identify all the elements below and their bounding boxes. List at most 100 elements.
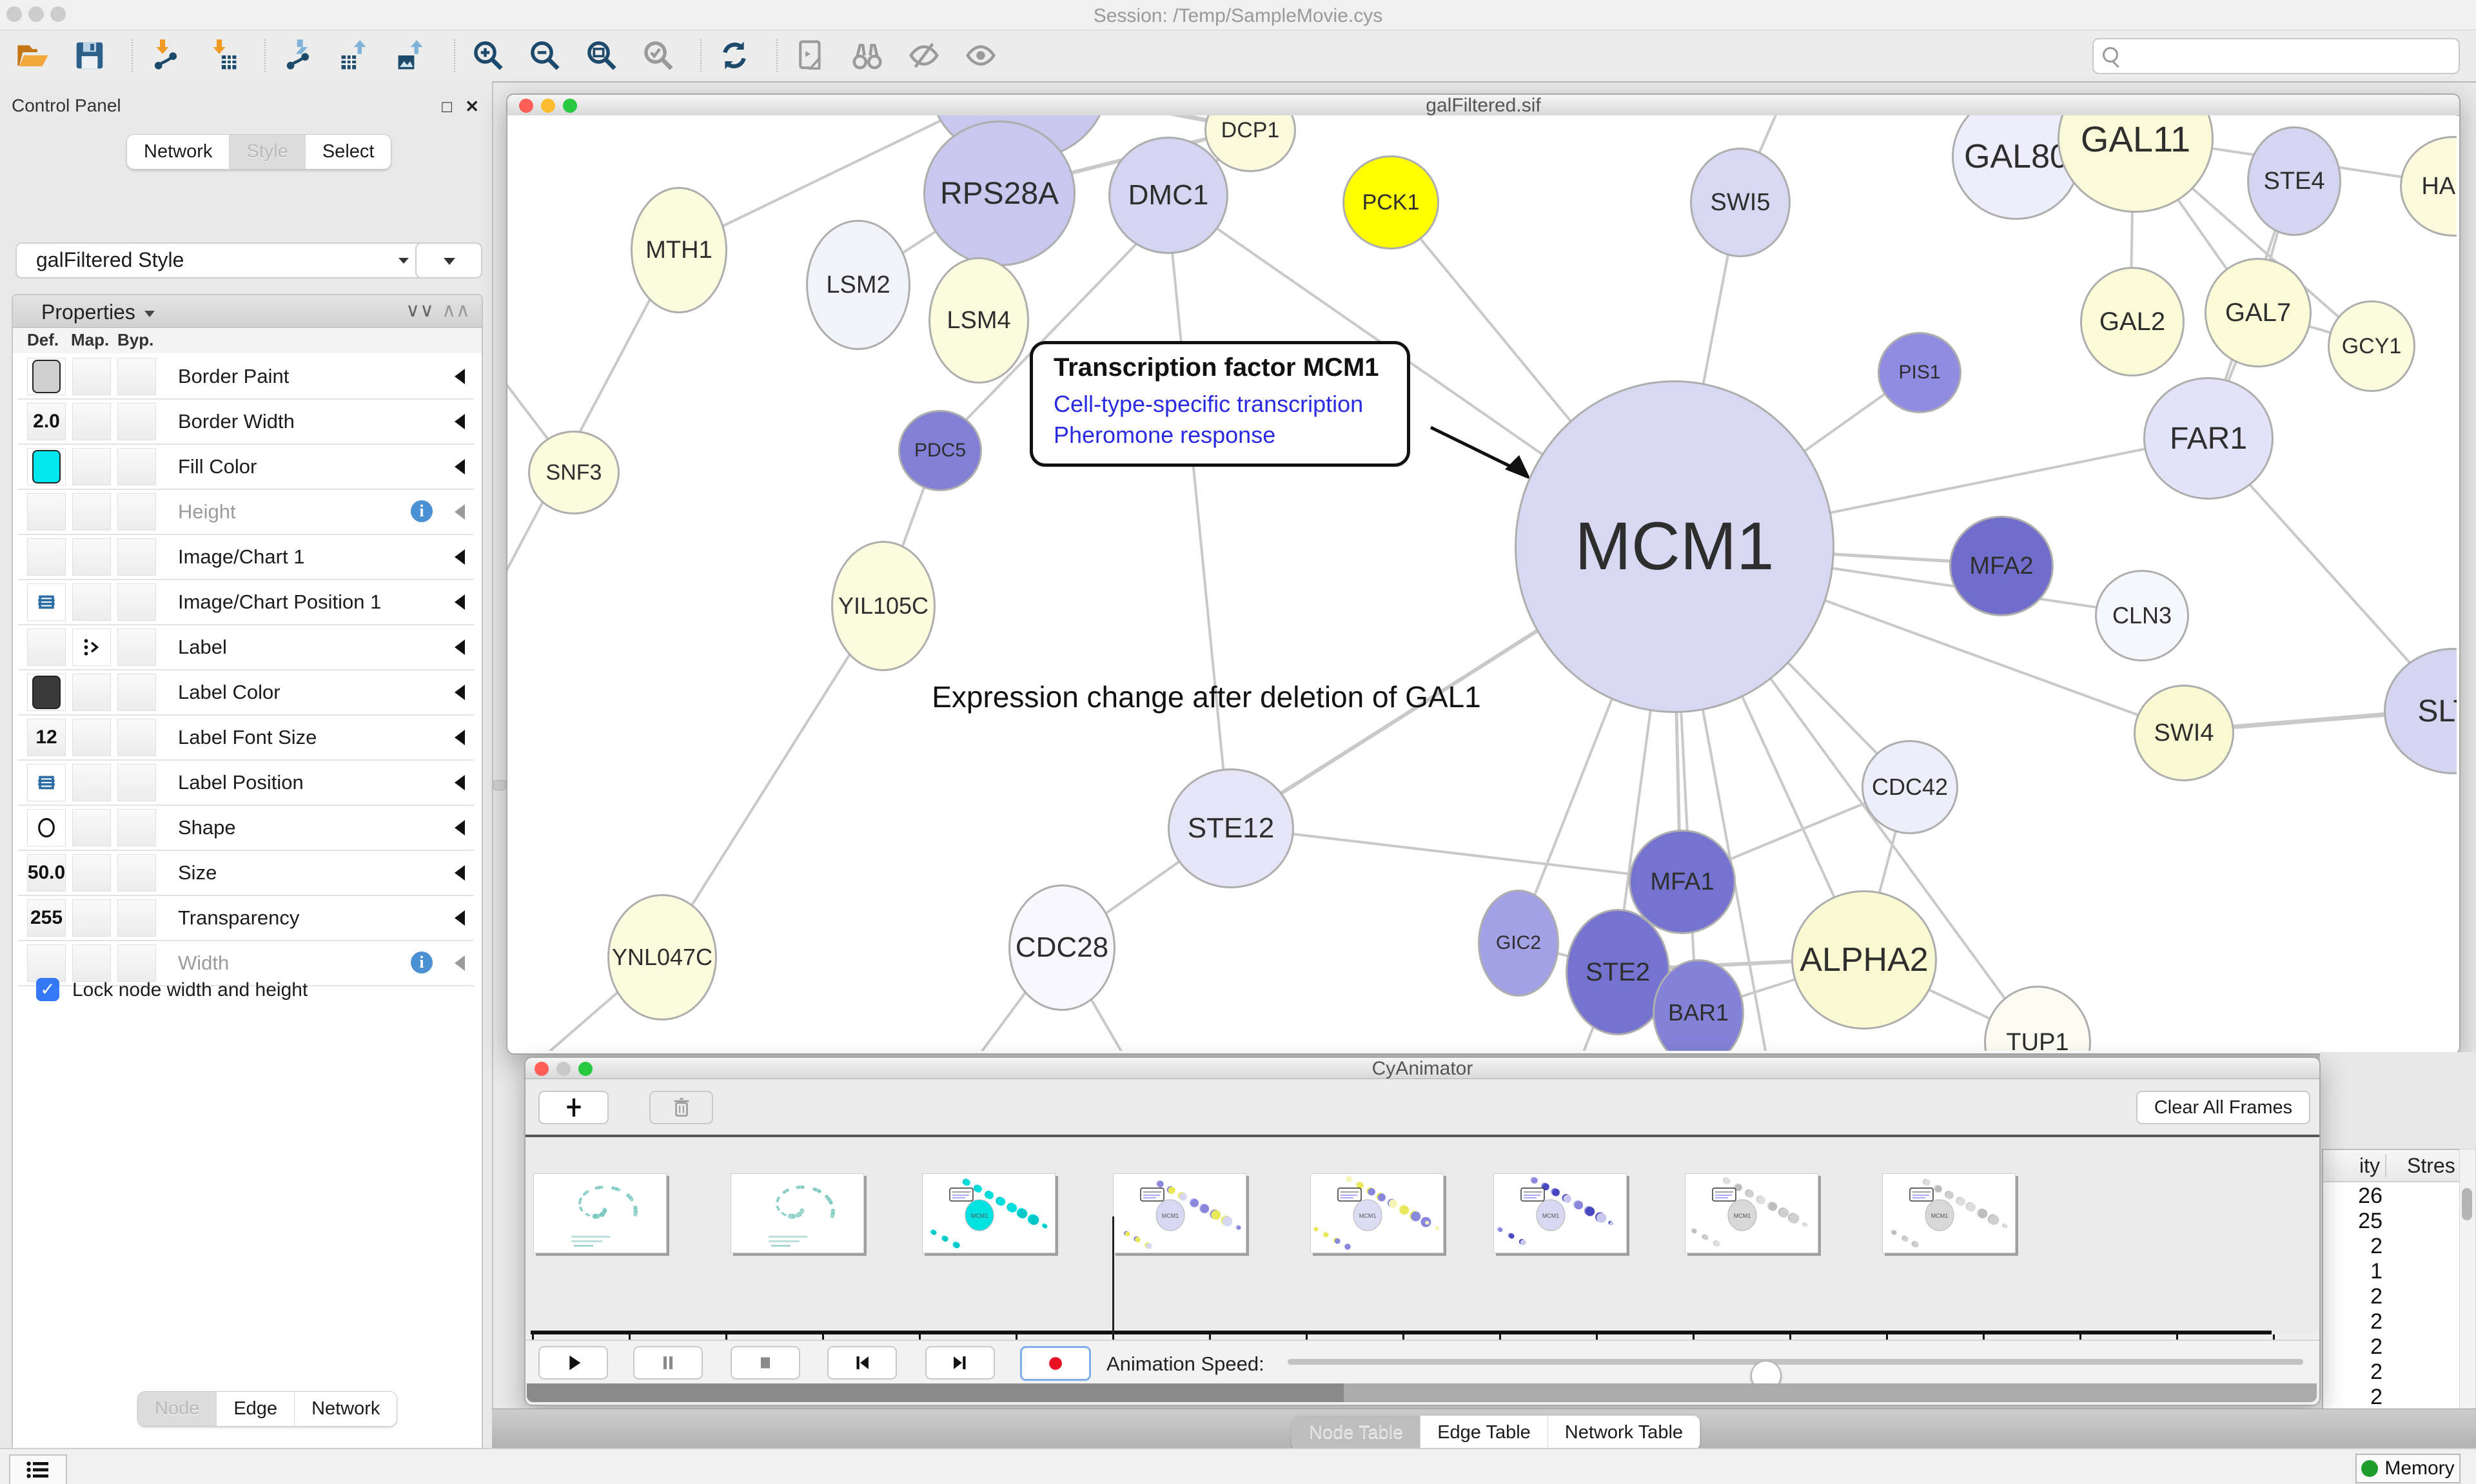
node-PDC5[interactable]: PDC5 (898, 410, 982, 491)
tab-node-table[interactable]: Node Table (1292, 1416, 1420, 1450)
properties-header[interactable]: Properties ∨∨ ∧∧ (13, 295, 482, 328)
frame-thumbnail-5[interactable]: MCM1 (1310, 1173, 1444, 1253)
stop-button[interactable] (731, 1346, 800, 1380)
zoom-fit-icon[interactable] (583, 37, 620, 74)
collapse-arrow-icon[interactable] (455, 820, 465, 835)
frame-thumbnail-2[interactable] (731, 1173, 864, 1253)
map-cell[interactable] (72, 403, 111, 440)
map-cell[interactable] (72, 674, 111, 711)
panel-splitter-handle[interactable] (493, 780, 506, 790)
close-panel-icon[interactable]: ✕ (465, 97, 479, 117)
tab-network[interactable]: Network (127, 135, 230, 169)
skip-end-button[interactable] (925, 1346, 995, 1380)
node-YIL105C[interactable]: YIL105C (831, 541, 936, 671)
collapse-arrow-icon[interactable] (455, 865, 465, 881)
export-network-icon[interactable] (280, 37, 317, 74)
property-row-transparency[interactable]: 255Transparency (18, 896, 474, 941)
node-table[interactable]: ity Stres 26252122222 (2322, 1149, 2461, 1413)
save-session-icon[interactable] (71, 37, 108, 74)
def-cell[interactable]: 12 (27, 719, 66, 756)
def-cell[interactable] (27, 629, 66, 666)
node-YNL047C[interactable]: YNL047C (607, 894, 717, 1020)
timeline-hscrollbar[interactable] (527, 1383, 2317, 1402)
property-row-label-color[interactable]: Label Color (18, 670, 474, 716)
node-LSM2[interactable]: LSM2 (806, 220, 910, 350)
property-row-border-width[interactable]: 2.0Border Width (18, 400, 474, 445)
tab-style[interactable]: Style (230, 135, 305, 169)
style-selector[interactable]: galFiltered Style (15, 242, 424, 278)
node-ALPHA2[interactable]: ALPHA2 (1791, 890, 1937, 1030)
annotation-link-2[interactable]: Pheromone response (1054, 422, 1275, 449)
node-GAL2[interactable]: GAL2 (2080, 267, 2185, 376)
table-column-stress[interactable]: Stres (2407, 1154, 2455, 1178)
map-cell[interactable] (72, 809, 111, 846)
property-row-label-font-size[interactable]: 12Label Font Size (18, 716, 474, 761)
node-MFA2[interactable]: MFA2 (1949, 516, 2054, 616)
byp-cell[interactable] (117, 854, 156, 892)
node-PIS1[interactable]: PIS1 (1878, 332, 1961, 413)
delete-frame-button[interactable] (649, 1091, 713, 1124)
timeline[interactable]: MCM1MCM1MCM1MCM1MCM1MCM1 0123456789 Seco… (526, 1137, 2319, 1334)
byp-cell[interactable] (117, 403, 156, 440)
style-options-button[interactable] (415, 242, 482, 278)
tab-edge[interactable]: Edge (217, 1392, 295, 1426)
node-SNF3[interactable]: SNF3 (528, 431, 620, 514)
node-CDC42[interactable]: CDC42 (1862, 740, 1958, 834)
node-CLN3[interactable]: CLN3 (2095, 570, 2189, 661)
zoom-out-icon[interactable] (526, 37, 564, 74)
node-SWI4[interactable]: SWI4 (2134, 685, 2234, 781)
collapse-arrow-icon[interactable] (455, 685, 465, 700)
node-GAL11[interactable]: GAL11 (2058, 115, 2214, 213)
timeline-playhead[interactable] (1112, 1216, 1114, 1334)
node-GCY1[interactable]: GCY1 (2328, 300, 2415, 392)
table-cell[interactable]: 2 (2323, 1385, 2383, 1410)
node-STE12[interactable]: STE12 (1168, 768, 1294, 888)
animation-speed-slider[interactable] (1288, 1359, 2303, 1365)
table-cell[interactable]: 25 (2323, 1209, 2383, 1234)
collapse-arrow-icon[interactable] (455, 549, 465, 565)
byp-cell[interactable] (117, 629, 156, 666)
table-cell[interactable]: 2 (2323, 1234, 2383, 1259)
refresh-layout-icon[interactable] (716, 37, 753, 74)
def-cell[interactable] (27, 583, 66, 621)
map-cell[interactable] (72, 448, 111, 485)
byp-cell[interactable] (117, 583, 156, 621)
collapse-arrow-icon[interactable] (455, 459, 465, 474)
property-row-label[interactable]: Label (18, 625, 474, 670)
map-cell[interactable] (72, 583, 111, 621)
map-cell[interactable] (72, 854, 111, 892)
byp-cell[interactable] (117, 358, 156, 395)
map-cell[interactable] (72, 719, 111, 756)
property-row-fill-color[interactable]: Fill Color (18, 445, 474, 490)
table-scrollbar[interactable] (2459, 1149, 2476, 1412)
expand-all-icon[interactable]: ∨∨ (406, 299, 434, 322)
collapse-arrow-icon[interactable] (455, 639, 465, 655)
byp-cell[interactable] (117, 448, 156, 485)
collapse-arrow-icon[interactable] (455, 369, 465, 384)
collapse-arrow-icon[interactable] (455, 414, 465, 429)
collapse-arrow-icon[interactable] (455, 910, 465, 926)
node-HAP2[interactable]: HAP2 (2400, 136, 2457, 237)
property-row-shape[interactable]: Shape (18, 806, 474, 851)
def-cell[interactable] (27, 493, 66, 531)
frame-thumbnail-7[interactable]: MCM1 (1685, 1173, 1818, 1253)
property-row-height[interactable]: Heighti (18, 490, 474, 535)
skip-start-button[interactable] (827, 1346, 897, 1380)
tab-edge-table[interactable]: Edge Table (1420, 1416, 1548, 1450)
lock-size-checkbox[interactable]: ✓ (36, 978, 59, 1001)
property-row-image-chart-position-1[interactable]: Image/Chart Position 1 (18, 580, 474, 625)
import-network-icon[interactable] (147, 37, 184, 74)
node-SLT2[interactable]: SLT2 (2384, 648, 2457, 774)
def-cell[interactable]: 50.0 (27, 854, 66, 892)
open-file-icon[interactable] (14, 37, 52, 74)
def-cell[interactable] (27, 448, 66, 485)
table-cell[interactable]: 2 (2323, 1284, 2383, 1309)
tab-select[interactable]: Select (306, 135, 391, 169)
collapse-arrow-icon[interactable] (455, 504, 465, 520)
map-cell[interactable] (72, 764, 111, 801)
def-cell[interactable] (27, 538, 66, 576)
add-frame-button[interactable] (538, 1091, 609, 1124)
byp-cell[interactable] (117, 538, 156, 576)
tab-network-table[interactable]: Network Table (1548, 1416, 1700, 1450)
byp-cell[interactable] (117, 809, 156, 846)
